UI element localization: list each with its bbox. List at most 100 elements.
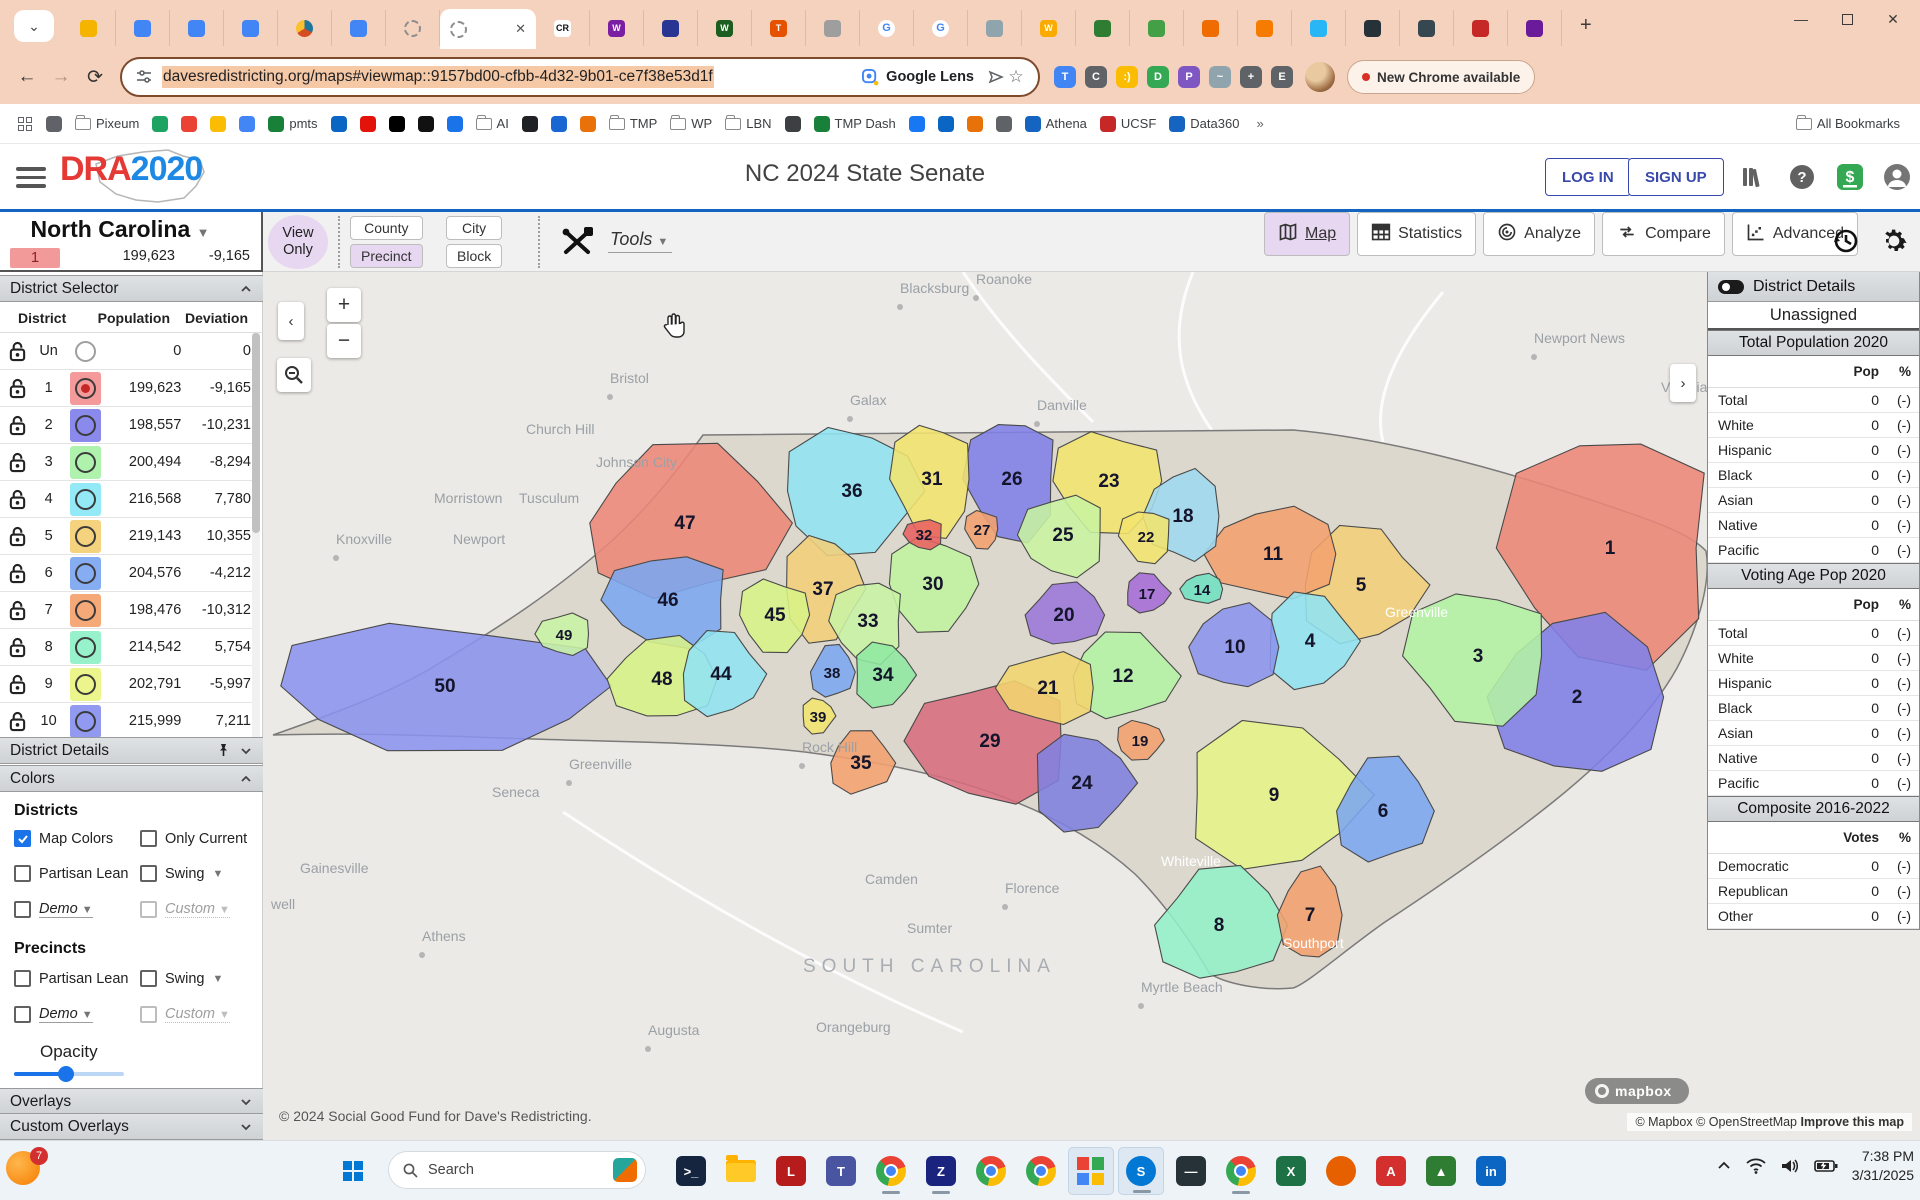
lens-capture-icon[interactable]: C: [1085, 66, 1107, 88]
slider-thumb[interactable]: [58, 1066, 74, 1082]
bookmark-item-wp[interactable]: WP: [670, 116, 712, 131]
account-icon[interactable]: [1880, 160, 1914, 194]
district-swatch[interactable]: [70, 409, 100, 442]
taskbar-app-terminal[interactable]: >_: [668, 1147, 714, 1195]
panel-header-district-selector[interactable]: District Selector: [0, 275, 263, 302]
window-maximize-button[interactable]: [1824, 0, 1870, 38]
bookmark-item[interactable]: [996, 116, 1012, 132]
browser-tab[interactable]: G: [914, 10, 968, 46]
taskbar-widget-icon[interactable]: 7: [6, 1151, 46, 1191]
taskbar-app-skype[interactable]: S: [1118, 1147, 1164, 1195]
tab-search-button[interactable]: ⌄: [14, 10, 54, 42]
city-button[interactable]: City: [446, 216, 502, 240]
volume-icon[interactable]: [1780, 1157, 1800, 1175]
taskbar-app-excel[interactable]: X: [1268, 1147, 1314, 1195]
bookmark-item[interactable]: [46, 116, 62, 132]
site-settings-icon[interactable]: [134, 67, 154, 87]
panel-header-colors[interactable]: Colors: [0, 765, 263, 792]
demo-dropdown-row[interactable]: Demo ▼: [14, 901, 93, 918]
district-row-5[interactable]: 5219,14310,355: [0, 518, 255, 555]
district-row-3[interactable]: 3200,494-8,294: [0, 444, 255, 481]
nav-statistics-button[interactable]: Statistics: [1357, 212, 1476, 256]
lock-icon[interactable]: [0, 378, 35, 399]
bookmark-item[interactable]: [938, 116, 954, 132]
browser-tab[interactable]: G: [860, 10, 914, 46]
nav-map-button[interactable]: Map: [1264, 212, 1350, 256]
browser-tab[interactable]: [116, 10, 170, 46]
district-row-4[interactable]: 4216,5687,780: [0, 481, 255, 518]
help-icon[interactable]: ?: [1785, 160, 1819, 194]
lock-icon[interactable]: [0, 526, 35, 547]
lock-icon[interactable]: [0, 563, 35, 584]
browser-tab[interactable]: [170, 10, 224, 46]
browser-tab[interactable]: [278, 10, 332, 46]
map-canvas[interactable]: 1509472293365811462324124821263046102531…: [263, 272, 1920, 1140]
person-add-icon[interactable]: +: [1240, 66, 1262, 88]
taskbar-app-gallery[interactable]: [1068, 1147, 1114, 1195]
browser-tab[interactable]: [1130, 10, 1184, 46]
taskbar-app-sourcetree[interactable]: ▲: [1418, 1147, 1464, 1195]
translate-icon[interactable]: T: [1054, 66, 1076, 88]
district-swatch[interactable]: [70, 335, 100, 368]
district-swatch[interactable]: [70, 520, 100, 553]
taskbar-app-acrobat[interactable]: A: [1368, 1147, 1414, 1195]
history-icon[interactable]: [1830, 226, 1860, 261]
new-chrome-button[interactable]: New Chrome available: [1347, 60, 1535, 94]
district-row-6[interactable]: 6204,576-4,212: [0, 555, 255, 592]
address-bar[interactable]: davesredistricting.org/maps#viewmap::915…: [120, 57, 1040, 97]
bookmark-item-data360[interactable]: Data360: [1169, 116, 1239, 132]
bookmark-item[interactable]: [418, 116, 434, 132]
apps-grid-icon[interactable]: [18, 117, 32, 131]
district-row-un[interactable]: Un00: [0, 333, 255, 370]
lock-icon[interactable]: [0, 452, 35, 473]
profile-avatar[interactable]: [1305, 62, 1335, 92]
tray-chevron-icon[interactable]: [1716, 1158, 1732, 1174]
county-button[interactable]: County: [350, 216, 423, 240]
browser-tab[interactable]: [62, 10, 116, 46]
extensions-puzzle-icon[interactable]: E: [1271, 66, 1293, 88]
lock-icon[interactable]: [0, 637, 35, 658]
bookmark-item-ai[interactable]: AI: [476, 116, 509, 131]
bookmark-item[interactable]: [389, 116, 405, 132]
browser-tab[interactable]: W: [698, 10, 752, 46]
precinct-demo-row[interactable]: Demo ▼: [14, 1006, 93, 1023]
browser-tab[interactable]: [386, 10, 440, 46]
taskbar-app-chrome-3[interactable]: [1018, 1147, 1064, 1195]
taskbar-app-lightroom[interactable]: L: [768, 1147, 814, 1195]
browser-tab[interactable]: W: [590, 10, 644, 46]
state-selector[interactable]: North Carolina ▼: [0, 216, 240, 243]
panel-header-custom-overlays[interactable]: Custom Overlays: [0, 1113, 263, 1140]
url-text[interactable]: davesredistricting.org/maps#viewmap::915…: [162, 66, 714, 88]
bookmark-star-icon[interactable]: ☆: [1006, 67, 1026, 87]
lock-icon[interactable]: [0, 341, 35, 362]
district-swatch[interactable]: [70, 483, 100, 516]
district-row-7[interactable]: 7198,476-10,312: [0, 592, 255, 629]
back-button[interactable]: ←: [10, 60, 44, 94]
district-row-1[interactable]: 1199,623-9,165: [0, 370, 255, 407]
custom-dropdown-row[interactable]: Custom ▼: [140, 901, 230, 918]
lock-icon[interactable]: [0, 600, 35, 621]
bookmark-item-tmp[interactable]: TMP: [609, 116, 657, 131]
browser-tab[interactable]: [1454, 10, 1508, 46]
browser-tab[interactable]: [1238, 10, 1292, 46]
taskbar-search[interactable]: Search: [388, 1151, 646, 1189]
browser-tab[interactable]: [1508, 10, 1562, 46]
taskbar-app-teams[interactable]: T: [818, 1147, 864, 1195]
precinct-button[interactable]: Precinct: [350, 244, 423, 268]
cloud-extension-icon[interactable]: ~: [1209, 66, 1231, 88]
share-icon[interactable]: [986, 67, 1006, 87]
browser-tab[interactable]: T: [752, 10, 806, 46]
precinct-custom-row[interactable]: Custom ▼: [140, 1006, 230, 1023]
district-swatch[interactable]: [70, 705, 100, 738]
bookmark-item-tmp-dash[interactable]: TMP Dash: [814, 116, 896, 132]
bookmark-item[interactable]: [909, 116, 925, 132]
library-icon[interactable]: [1735, 160, 1769, 194]
district-swatch[interactable]: [70, 557, 100, 590]
precinct-swing-row[interactable]: Swing▼: [140, 970, 223, 987]
bookmark-item[interactable]: [967, 116, 983, 132]
emoji-extension-icon[interactable]: :): [1116, 66, 1138, 88]
zoom-box-button[interactable]: [277, 358, 311, 392]
browser-tab[interactable]: [1184, 10, 1238, 46]
taskbar-app-chrome-1[interactable]: [868, 1147, 914, 1195]
block-button[interactable]: Block: [446, 244, 502, 268]
